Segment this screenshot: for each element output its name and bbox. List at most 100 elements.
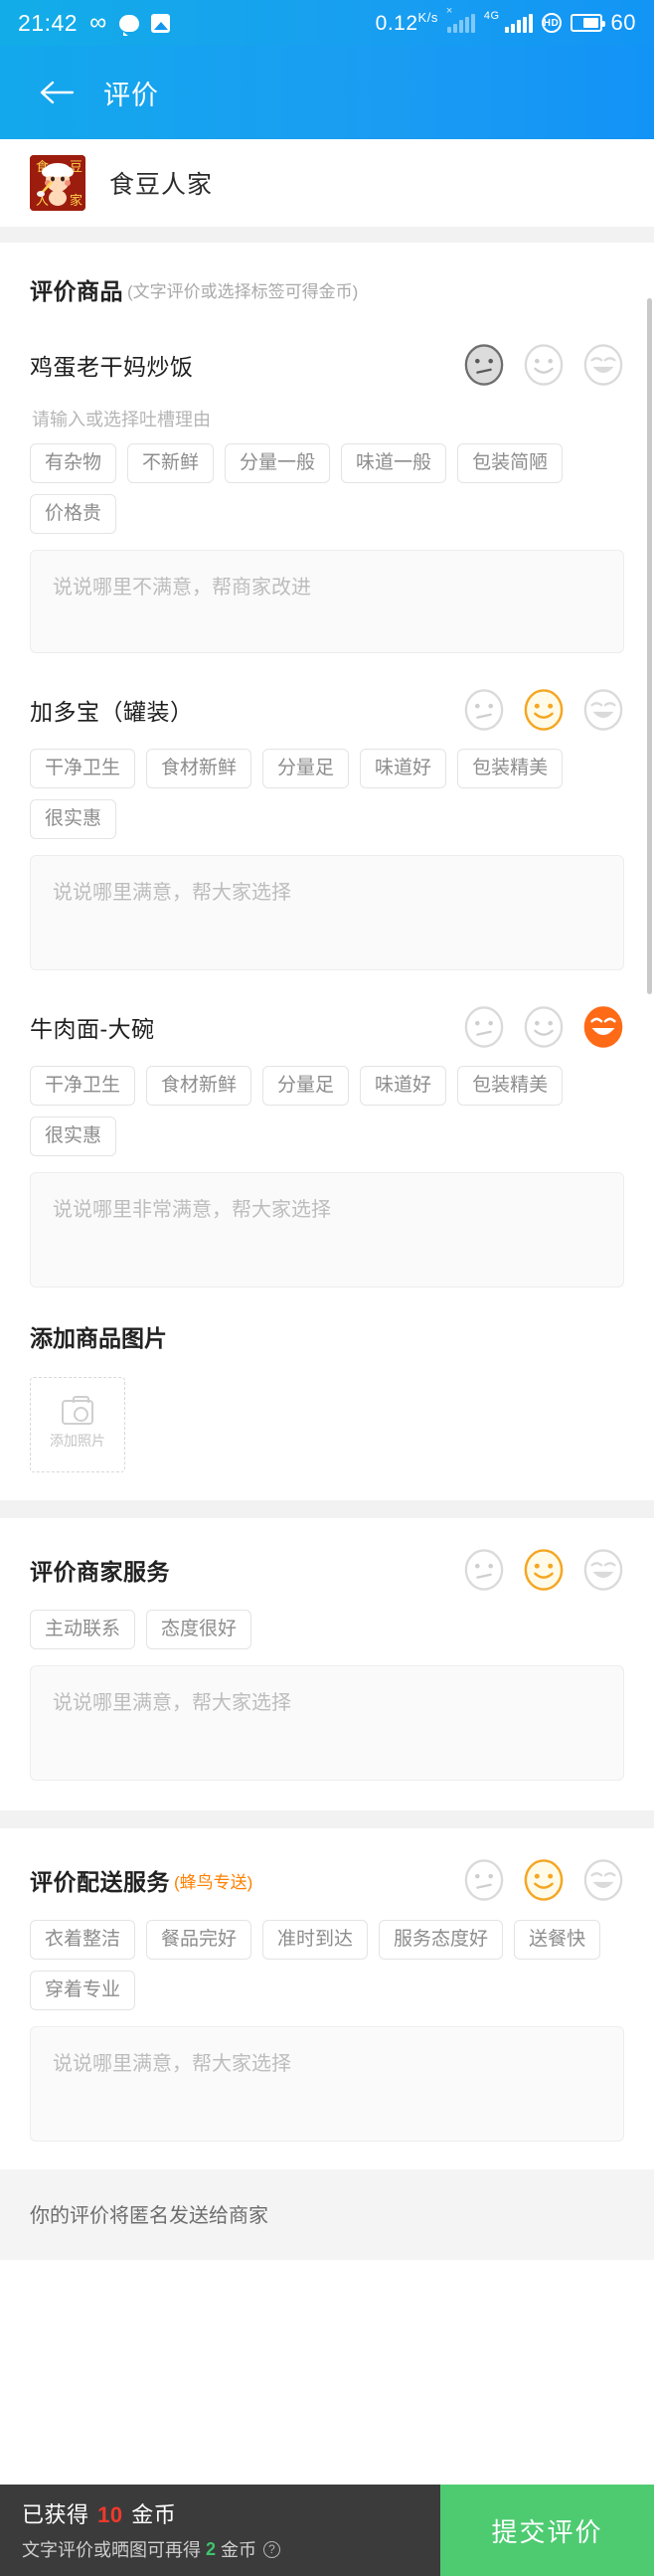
product-tag[interactable]: 很实惠 bbox=[30, 1116, 117, 1156]
question-mark-icon[interactable]: ? bbox=[263, 2540, 281, 2558]
product-section-subtitle: (文字评价或选择标签可得金币) bbox=[127, 281, 359, 301]
rating-face-great[interactable] bbox=[582, 1858, 624, 1902]
product-tag[interactable]: 干净卫生 bbox=[30, 749, 136, 788]
delivery-tag[interactable]: 服务态度好 bbox=[379, 1920, 504, 1960]
add-photo-label: 添加照片 bbox=[50, 1432, 105, 1449]
rating-face-great[interactable] bbox=[582, 688, 624, 732]
rating-face-great[interactable] bbox=[582, 343, 624, 387]
product-tag[interactable]: 味道一般 bbox=[341, 443, 447, 483]
chat-icon bbox=[118, 14, 139, 36]
product-tag[interactable]: 味道好 bbox=[360, 749, 447, 788]
rating-face-good[interactable] bbox=[523, 343, 565, 387]
coin-earned-suffix: 金币 bbox=[131, 2502, 177, 2527]
merchant-service-section: 评价商家服务 主动联系 态度很好 说说哪里满意，帮大家选择 bbox=[0, 1518, 654, 1810]
product-hint: 请输入或选择吐槽理由 bbox=[32, 410, 211, 429]
page-title: 评价 bbox=[103, 80, 159, 110]
rating-face-group bbox=[463, 343, 624, 387]
delivery-tag-list: 衣着整洁 餐品完好 准时到达 服务态度好 送餐快 穿着专业 bbox=[30, 1920, 624, 2010]
delivery-tag[interactable]: 准时到达 bbox=[262, 1920, 369, 1960]
coin-earned-line: 已获得 10 金币 bbox=[22, 2497, 440, 2529]
delivery-section-header: 评价配送服务 (蜂鸟专送) bbox=[30, 1828, 624, 1908]
shop-header[interactable]: 食 豆 人 家 食豆人家 bbox=[0, 139, 654, 227]
product-item: 牛肉面-大碗 干净卫生 食材新鲜 分量足 味道好 包装精美 很实惠 说说哪里非常… bbox=[30, 974, 624, 1288]
delivery-tag[interactable]: 衣着整洁 bbox=[30, 1920, 136, 1960]
rating-face-group bbox=[463, 1005, 624, 1049]
rating-face-bad[interactable] bbox=[463, 343, 505, 387]
delivery-service-section: 评价配送服务 (蜂鸟专送) 衣着整洁 餐品完好 准时到达 服务态度好 送餐快 穿… bbox=[0, 1828, 654, 2169]
svg-text:家: 家 bbox=[70, 193, 82, 209]
coin-earned-prefix: 已获得 bbox=[22, 2502, 89, 2527]
bottom-bar: 已获得 10 金币 文字评价或晒图可再得 2 金币 ? 提交评价 bbox=[0, 2485, 654, 2576]
product-comment-input[interactable]: 说说哪里不满意，帮商家改进 bbox=[30, 550, 624, 653]
coin-more-line: 文字评价或晒图可再得 2 金币 ? bbox=[22, 2536, 440, 2562]
delivery-section-subtitle: (蜂鸟专送) bbox=[174, 1872, 253, 1892]
product-tag[interactable]: 分量一般 bbox=[225, 443, 331, 483]
product-tag[interactable]: 很实惠 bbox=[30, 799, 117, 839]
rating-face-bad[interactable] bbox=[463, 1005, 505, 1049]
product-comment-input[interactable]: 说说哪里满意，帮大家选择 bbox=[30, 855, 624, 970]
status-bar: 21:42 ∞ 0.12K/s 4G HD 60 bbox=[0, 0, 654, 46]
merchant-comment-input[interactable]: 说说哪里满意，帮大家选择 bbox=[30, 1665, 624, 1781]
product-tag[interactable]: 包装精美 bbox=[457, 749, 564, 788]
rating-face-bad[interactable] bbox=[463, 1548, 505, 1592]
delivery-comment-input[interactable]: 说说哪里满意，帮大家选择 bbox=[30, 2026, 624, 2142]
merchant-tag[interactable]: 态度很好 bbox=[146, 1610, 252, 1649]
rating-face-great[interactable] bbox=[582, 1005, 624, 1049]
hd-voice-icon: HD bbox=[541, 13, 562, 33]
rating-face-good[interactable] bbox=[523, 688, 565, 732]
camera-icon bbox=[62, 1395, 93, 1425]
delivery-section-title: 评价配送服务 bbox=[30, 1869, 170, 1895]
rating-face-good[interactable] bbox=[523, 1858, 565, 1902]
product-item: 加多宝（罐装） 干净卫生 食材新鲜 分量足 味道好 包装精美 很实惠 说说哪里满… bbox=[30, 657, 624, 970]
back-button[interactable] bbox=[22, 79, 91, 106]
product-tag[interactable]: 包装简陋 bbox=[457, 443, 564, 483]
rating-face-great[interactable] bbox=[582, 1548, 624, 1592]
product-tag-list: 干净卫生 食材新鲜 分量足 味道好 包装精美 很实惠 bbox=[30, 749, 624, 839]
delivery-tag[interactable]: 送餐快 bbox=[514, 1920, 601, 1960]
nav-bar: 评价 bbox=[0, 46, 654, 139]
delivery-tag[interactable]: 餐品完好 bbox=[146, 1920, 252, 1960]
battery-percent: 60 bbox=[610, 10, 636, 35]
status-time: 21:42 bbox=[18, 9, 79, 36]
product-tag[interactable]: 分量足 bbox=[262, 749, 350, 788]
product-section-header: 评价商品 (文字评价或选择标签可得金币) bbox=[30, 243, 624, 312]
rating-face-good[interactable] bbox=[523, 1005, 565, 1049]
rating-face-group bbox=[463, 1858, 624, 1902]
product-tag[interactable]: 味道好 bbox=[360, 1066, 447, 1106]
scrollbar-thumb[interactable] bbox=[647, 298, 652, 994]
coin-more-amount: 2 bbox=[206, 2538, 217, 2559]
product-header: 牛肉面-大碗 bbox=[30, 1000, 624, 1054]
network-speed: 0.12K/s bbox=[375, 10, 438, 35]
status-bar-left: 21:42 ∞ bbox=[18, 10, 170, 37]
submit-review-button[interactable]: 提交评价 bbox=[440, 2485, 654, 2576]
coin-more-suffix: 金币 bbox=[221, 2540, 257, 2560]
signal-bars-sim1-icon bbox=[446, 5, 475, 33]
infinity-icon: ∞ bbox=[89, 9, 107, 36]
merchant-tag[interactable]: 主动联系 bbox=[30, 1610, 136, 1649]
merchant-tag-list: 主动联系 态度很好 bbox=[30, 1610, 624, 1649]
rating-face-group bbox=[463, 1548, 624, 1592]
product-tag[interactable]: 食材新鲜 bbox=[146, 1066, 252, 1106]
merchant-section-title: 评价商家服务 bbox=[30, 1559, 170, 1585]
coin-earned-amount: 10 bbox=[97, 2502, 123, 2527]
product-name: 加多宝（罐装） bbox=[30, 699, 194, 725]
rating-face-bad[interactable] bbox=[463, 1858, 505, 1902]
product-tag[interactable]: 干净卫生 bbox=[30, 1066, 136, 1106]
rating-face-bad[interactable] bbox=[463, 688, 505, 732]
product-tag[interactable]: 价格贵 bbox=[30, 494, 117, 534]
image-icon bbox=[150, 13, 170, 33]
add-photo-button[interactable]: 添加照片 bbox=[30, 1377, 125, 1472]
product-tag[interactable]: 不新鲜 bbox=[127, 443, 215, 483]
product-name: 鸡蛋老干妈炒饭 bbox=[30, 354, 194, 380]
section-divider bbox=[0, 1810, 654, 1828]
product-tag-list: 干净卫生 食材新鲜 分量足 味道好 包装精美 很实惠 bbox=[30, 1066, 624, 1156]
back-arrow-icon bbox=[40, 81, 75, 104]
section-divider bbox=[0, 1500, 654, 1518]
delivery-tag[interactable]: 穿着专业 bbox=[30, 1971, 136, 2010]
product-tag[interactable]: 有杂物 bbox=[30, 443, 117, 483]
product-tag[interactable]: 食材新鲜 bbox=[146, 749, 252, 788]
rating-face-good[interactable] bbox=[523, 1548, 565, 1592]
product-comment-input[interactable]: 说说哪里非常满意，帮大家选择 bbox=[30, 1172, 624, 1288]
product-tag[interactable]: 分量足 bbox=[262, 1066, 350, 1106]
product-tag[interactable]: 包装精美 bbox=[457, 1066, 564, 1106]
